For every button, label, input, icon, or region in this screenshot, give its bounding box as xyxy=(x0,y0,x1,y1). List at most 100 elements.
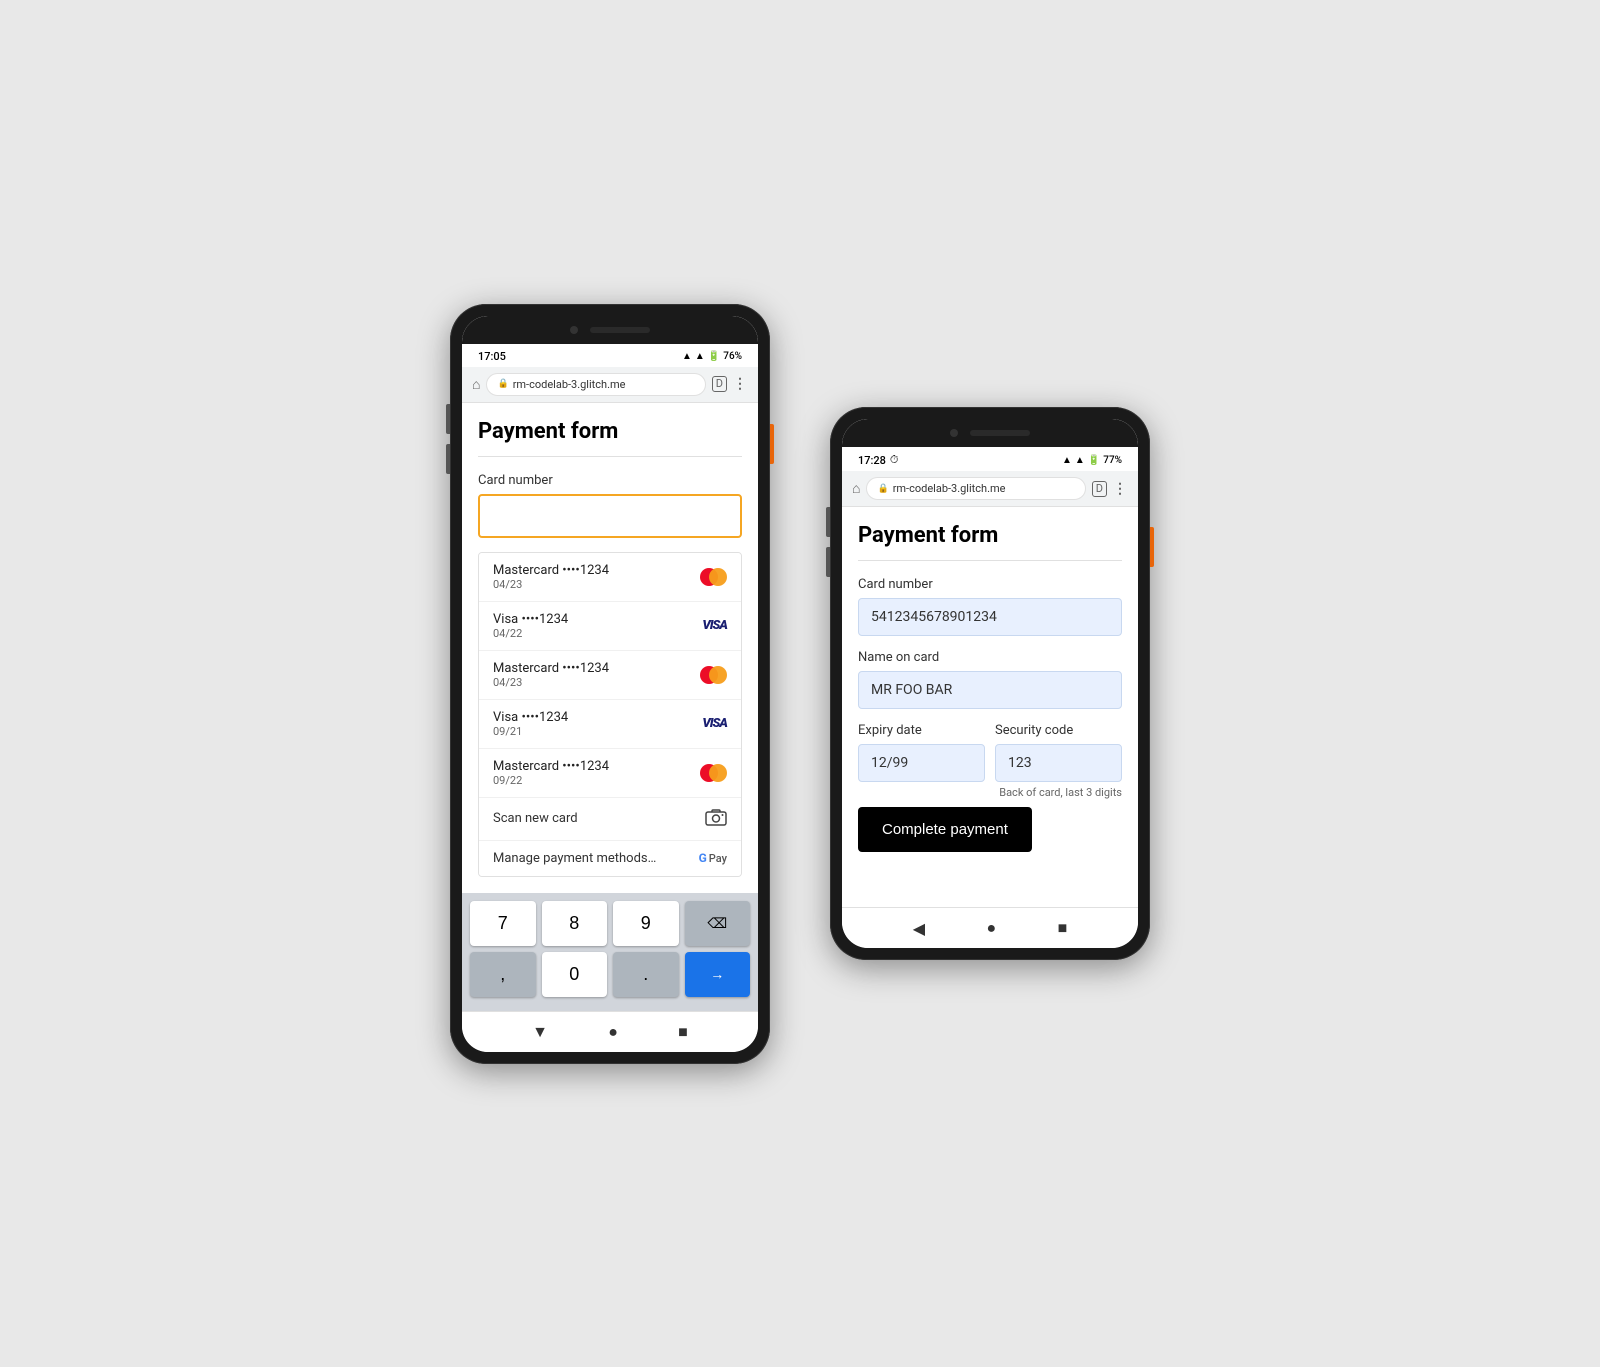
phone2-page-content: Payment form Card number 541234567890123… xyxy=(842,507,1138,907)
battery-icon: 🔋 xyxy=(708,351,720,362)
phone1-page-title: Payment form xyxy=(478,419,742,444)
autofill-item-4-exp: 09/21 xyxy=(493,725,568,738)
phone2-name-label: Name on card xyxy=(858,650,1122,665)
phone2-browser-actions: D ⋮ xyxy=(1092,481,1128,497)
key-next[interactable]: → xyxy=(685,952,751,997)
menu-icon[interactable]: ⋮ xyxy=(733,376,748,392)
scan-new-card-item[interactable]: Scan new card xyxy=(479,798,741,841)
key-comma[interactable]: , xyxy=(470,952,536,997)
lock-icon: 🔒 xyxy=(497,379,508,389)
autofill-item-4[interactable]: Visa ••••1234 09/21 VISA xyxy=(479,700,741,749)
key-0[interactable]: 0 xyxy=(542,952,608,997)
url-bar[interactable]: 🔒 rm-codelab-3.glitch.me xyxy=(486,373,705,396)
phone1-keyboard: 7 8 9 ⌫ , 0 . → xyxy=(462,893,758,1011)
autofill-item-1[interactable]: Mastercard ••••1234 04/23 xyxy=(479,553,741,602)
recents-button[interactable]: ■ xyxy=(678,1022,688,1042)
phone2-security-value[interactable]: 123 xyxy=(995,744,1122,782)
phone2-security-helper: Back of card, last 3 digits xyxy=(995,786,1122,799)
phone2-home-button[interactable]: ● xyxy=(986,918,996,938)
vol-down-button[interactable] xyxy=(446,444,450,474)
key-9[interactable]: 9 xyxy=(613,901,679,946)
phone1-page-content: Payment form Card number Mastercard ••••… xyxy=(462,403,758,893)
card-number-label: Card number xyxy=(478,473,742,488)
phone2-status-icons: ▲ ▲ 🔋 77% xyxy=(1062,455,1122,466)
phone2-tab-icon[interactable]: D xyxy=(1092,481,1107,497)
vol-up-button[interactable] xyxy=(446,404,450,434)
g-blue: G xyxy=(699,851,707,865)
power-button[interactable] xyxy=(770,424,774,464)
phone2-power-button[interactable] xyxy=(1150,527,1154,567)
autofill-item-5[interactable]: Mastercard ••••1234 09/22 xyxy=(479,749,741,798)
phone1-status-bar: 17:05 ▲ ▲ 🔋 76% xyxy=(462,344,758,367)
autofill-item-5-name: Mastercard ••••1234 xyxy=(493,759,609,774)
phone2-nav-bar: ◀ ● ■ xyxy=(842,907,1138,948)
phone2-vol-down-button[interactable] xyxy=(826,547,830,577)
autofill-item-3-info: Mastercard ••••1234 04/23 xyxy=(493,661,609,689)
phone2-name-value[interactable]: MR FOO BAR xyxy=(858,671,1122,709)
phone2-vol-up-button[interactable] xyxy=(826,507,830,537)
phone2-top-bar xyxy=(842,419,1138,447)
phone2-lock-icon: 🔒 xyxy=(877,484,888,494)
scan-new-card-label: Scan new card xyxy=(493,811,578,826)
phone2-back-button[interactable]: ◀ xyxy=(913,919,925,938)
home-button[interactable]: ● xyxy=(608,1022,618,1042)
mastercard-logo-1 xyxy=(700,568,727,586)
phone2-screen: 17:28 ⏱ ▲ ▲ 🔋 77% ⌂ 🔒 rm-codelab-3.glitc… xyxy=(842,419,1138,948)
key-period[interactable]: . xyxy=(613,952,679,997)
autofill-item-4-name: Visa ••••1234 xyxy=(493,710,568,725)
phone2-card-number-label: Card number xyxy=(858,577,1122,592)
battery-percent: 76% xyxy=(723,351,742,362)
card-number-input[interactable] xyxy=(478,494,742,538)
camera-icon xyxy=(705,808,727,830)
autofill-item-3-exp: 04/23 xyxy=(493,676,609,689)
visa-logo-2: VISA xyxy=(702,716,727,731)
phone1-wrapper: 17:05 ▲ ▲ 🔋 76% ⌂ 🔒 rm-codelab-3.glitch.… xyxy=(450,304,770,1064)
front-camera xyxy=(570,326,578,334)
phone2-half-fields: Expiry date 12/99 Security code 123 Back… xyxy=(858,723,1122,799)
complete-payment-button[interactable]: Complete payment xyxy=(858,807,1032,852)
key-8[interactable]: 8 xyxy=(542,901,608,946)
phone1-divider xyxy=(478,456,742,457)
speaker xyxy=(590,327,650,333)
autofill-item-2-name: Visa ••••1234 xyxy=(493,612,568,627)
phone1: 17:05 ▲ ▲ 🔋 76% ⌂ 🔒 rm-codelab-3.glitch.… xyxy=(450,304,770,1064)
autofill-item-2[interactable]: Visa ••••1234 04/22 VISA xyxy=(479,602,741,651)
key-7[interactable]: 7 xyxy=(470,901,536,946)
autofill-item-1-info: Mastercard ••••1234 04/23 xyxy=(493,563,609,591)
phone2-expiry-group: Expiry date 12/99 xyxy=(858,723,985,799)
key-backspace[interactable]: ⌫ xyxy=(685,901,751,946)
phone2-recents-button[interactable]: ■ xyxy=(1058,918,1068,938)
phone2-wrapper: 17:28 ⏱ ▲ ▲ 🔋 77% ⌂ 🔒 rm-codelab-3.glitc… xyxy=(830,407,1150,960)
pay-text: Pay xyxy=(709,852,727,865)
phone1-nav-bar: ▼ ● ■ xyxy=(462,1011,758,1052)
phone2-url-text: rm-codelab-3.glitch.me xyxy=(893,482,1006,495)
phone2-battery-percent: 77% xyxy=(1103,455,1122,466)
keyboard-row-2: , 0 . → xyxy=(470,952,750,997)
tab-icon[interactable]: D xyxy=(712,376,727,392)
phone2-home-icon[interactable]: ⌂ xyxy=(852,480,860,497)
home-icon[interactable]: ⌂ xyxy=(472,376,480,393)
phone2-menu-icon[interactable]: ⋮ xyxy=(1113,481,1128,497)
phone2-security-group: Security code 123 Back of card, last 3 d… xyxy=(995,723,1122,799)
phone2-page-title: Payment form xyxy=(858,523,1122,548)
phone1-browser-bar: ⌂ 🔒 rm-codelab-3.glitch.me D ⋮ xyxy=(462,367,758,403)
back-button[interactable]: ▼ xyxy=(532,1022,548,1042)
manage-payment-methods-label: Manage payment methods… xyxy=(493,851,656,866)
phone2-name-group: Name on card MR FOO BAR xyxy=(858,650,1122,709)
phone2-speaker xyxy=(970,430,1030,436)
phone2-expiry-value[interactable]: 12/99 xyxy=(858,744,985,782)
manage-payment-methods-item[interactable]: Manage payment methods… G Pay xyxy=(479,841,741,876)
phone1-time: 17:05 xyxy=(478,350,506,363)
phone2-battery-icon: 🔋 xyxy=(1088,455,1100,466)
phone2-card-number-value[interactable]: 5412345678901234 xyxy=(858,598,1122,636)
autofill-item-4-info: Visa ••••1234 09/21 xyxy=(493,710,568,738)
phone2-card-number-group: Card number 5412345678901234 xyxy=(858,577,1122,636)
keyboard-row-1: 7 8 9 ⌫ xyxy=(470,901,750,946)
wifi-icon: ▲ xyxy=(682,351,692,362)
mastercard-logo-2 xyxy=(700,666,727,684)
autofill-item-2-exp: 04/22 xyxy=(493,627,568,640)
phone2-url-bar[interactable]: 🔒 rm-codelab-3.glitch.me xyxy=(866,477,1085,500)
phone2-timer-icon: ⏱ xyxy=(890,453,899,467)
autofill-item-3[interactable]: Mastercard ••••1234 04/23 xyxy=(479,651,741,700)
mc-yellow-circle-2 xyxy=(709,666,727,684)
